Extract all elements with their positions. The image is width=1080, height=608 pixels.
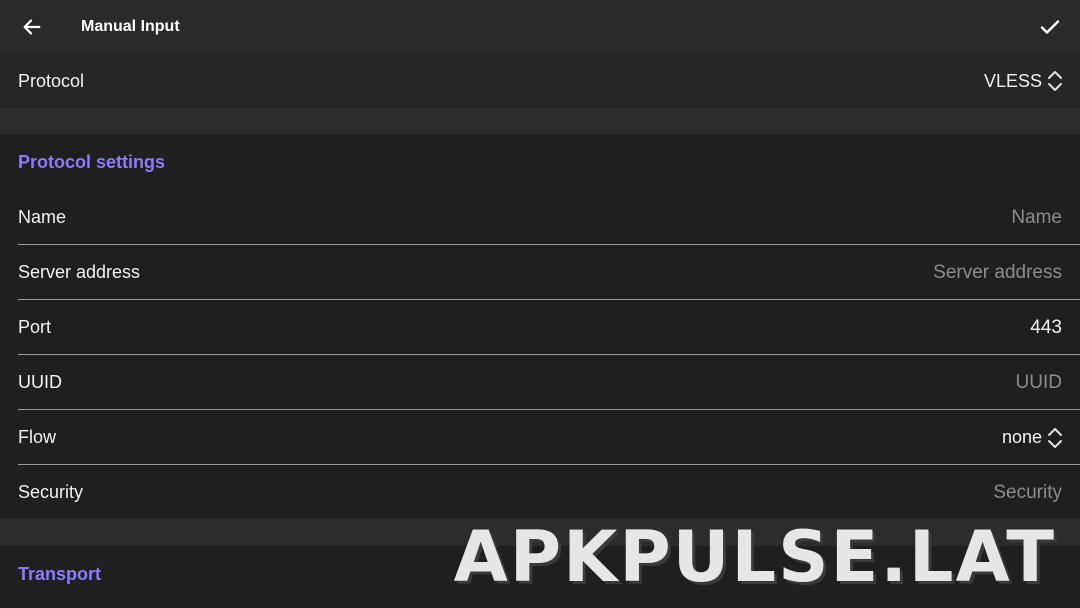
protocol-label: Protocol: [18, 71, 85, 91]
port-field[interactable]: Port 443: [0, 300, 1080, 355]
page-title: Manual Input: [81, 18, 180, 35]
port-label: Port: [18, 317, 52, 337]
arrow-left-icon: [23, 19, 41, 35]
protocol-value: VLESS: [984, 54, 1064, 108]
uuid-placeholder: UUID: [1015, 372, 1062, 393]
flow-value-text: none: [1001, 427, 1042, 447]
server-address-field[interactable]: Server address Server address: [0, 245, 1080, 300]
name-placeholder: Name: [1011, 207, 1062, 228]
protocol-select[interactable]: Protocol VLESS: [0, 54, 1080, 108]
flow-select[interactable]: Flow none: [0, 410, 1080, 465]
uuid-label: UUID: [18, 372, 62, 392]
name-label: Name: [18, 207, 67, 227]
section-spacer: [0, 108, 1080, 135]
server-address-placeholder: Server address: [933, 262, 1062, 283]
protocol-value-text: VLESS: [983, 70, 1042, 91]
port-value: 443: [1030, 317, 1062, 338]
confirm-button[interactable]: [1032, 10, 1068, 44]
security-label: Security: [18, 482, 84, 502]
check-icon: [1040, 20, 1060, 34]
uuid-field[interactable]: UUID UUID: [0, 355, 1080, 410]
chevron-up-down-icon: [1048, 427, 1062, 448]
security-placeholder: Security: [993, 482, 1062, 503]
top-app-bar: Manual Input: [0, 0, 1080, 54]
chevron-up-down-icon: [1048, 71, 1062, 91]
watermark: APKPULSE.LAT: [453, 516, 1056, 598]
flow-label: Flow: [18, 427, 57, 447]
server-address-label: Server address: [18, 262, 141, 282]
flow-value: none: [1002, 410, 1064, 465]
name-field[interactable]: Name Name: [0, 190, 1080, 245]
security-field[interactable]: Security Security: [0, 465, 1080, 520]
section-header-transport: Transport: [18, 564, 102, 584]
back-button[interactable]: [14, 10, 50, 44]
section-header-protocol-settings: Protocol settings: [18, 152, 166, 172]
